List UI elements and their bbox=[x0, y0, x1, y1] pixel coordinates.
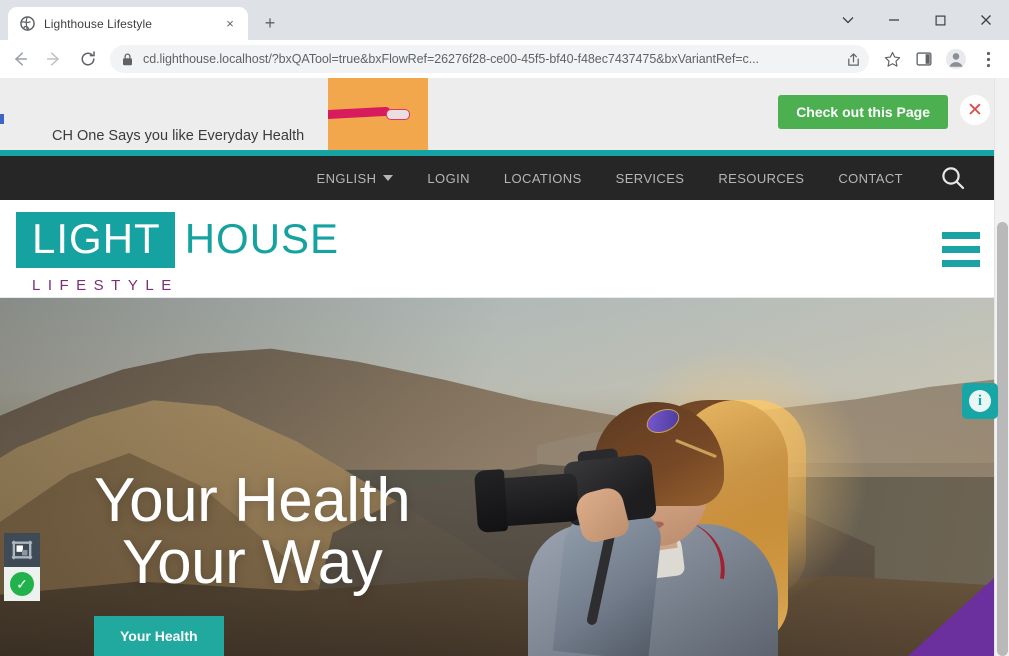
hamburger-menu-icon[interactable] bbox=[942, 232, 980, 267]
side-panel-icon[interactable] bbox=[909, 44, 939, 74]
promo-close-icon[interactable]: ✕ bbox=[960, 95, 990, 125]
toothbrush-head bbox=[386, 109, 410, 120]
share-icon[interactable] bbox=[845, 52, 861, 67]
lock-icon bbox=[122, 52, 134, 66]
nav-item-contact[interactable]: CONTACT bbox=[821, 171, 920, 186]
promo-banner: CH One Says you like Everyday Health Che… bbox=[0, 78, 994, 150]
address-bar[interactable]: cd.lighthouse.localhost/?bxQATool=true&b… bbox=[110, 45, 869, 73]
tab-title: Lighthouse Lifestyle bbox=[44, 16, 153, 31]
crop-frame-icon[interactable] bbox=[4, 533, 40, 567]
promo-image bbox=[328, 78, 428, 150]
logo-tagline: LIFESTYLE bbox=[32, 277, 179, 294]
window-controls bbox=[825, 0, 1009, 40]
three-dot-menu-icon[interactable] bbox=[973, 44, 1003, 74]
new-tab-button[interactable]: + bbox=[256, 9, 284, 37]
hero-copy: Your Health Your Way Your Health bbox=[94, 470, 411, 656]
close-window-button[interactable] bbox=[963, 0, 1009, 40]
photographer-figure bbox=[470, 390, 806, 656]
star-icon[interactable] bbox=[877, 44, 907, 74]
check-icon: ✓ bbox=[10, 572, 34, 596]
scrollbar-thumb[interactable] bbox=[997, 222, 1008, 656]
nav-item-locations[interactable]: LOCATIONS bbox=[487, 171, 599, 186]
site-logo[interactable]: LIGHT HOUSE LIFESTYLE bbox=[16, 212, 339, 294]
chevron-down-icon bbox=[383, 175, 394, 181]
tab-strip: Lighthouse Lifestyle × + bbox=[0, 0, 1009, 40]
profile-avatar-icon[interactable] bbox=[941, 44, 971, 74]
info-badge-button[interactable]: i bbox=[962, 383, 998, 419]
purple-corner-accent bbox=[908, 578, 994, 656]
nav-item-login[interactable]: LOGIN bbox=[410, 171, 486, 186]
browser-tab[interactable]: Lighthouse Lifestyle × bbox=[8, 7, 248, 40]
check-out-this-page-button[interactable]: Check out this Page bbox=[778, 95, 948, 129]
promo-left-marker bbox=[0, 114, 4, 124]
nav-item-resources[interactable]: RESOURCES bbox=[701, 171, 821, 186]
hero-headline-line-1: Your Health bbox=[94, 466, 411, 535]
reload-button[interactable] bbox=[72, 43, 104, 75]
browser-window: Lighthouse Lifestyle × + cd.lighthouse.l… bbox=[0, 0, 1009, 656]
nav-item-services[interactable]: SERVICES bbox=[599, 171, 702, 186]
info-icon: i bbox=[969, 390, 991, 412]
nav-language-selector[interactable]: ENGLISH bbox=[300, 171, 411, 186]
search-tabs-button[interactable] bbox=[825, 0, 871, 40]
page-viewport: CH One Says you like Everyday Health Che… bbox=[0, 78, 1009, 656]
back-button[interactable] bbox=[4, 43, 36, 75]
logo-word-light: LIGHT bbox=[16, 212, 175, 268]
logo-word-house: HOUSE bbox=[184, 215, 340, 262]
editor-widget-stack: ✓ bbox=[4, 533, 40, 601]
browser-toolbar: cd.lighthouse.localhost/?bxQATool=true&b… bbox=[0, 40, 1009, 78]
search-icon[interactable] bbox=[940, 165, 966, 191]
site-header: LIGHT HOUSE LIFESTYLE bbox=[0, 200, 994, 298]
hero-headline: Your Health Your Way bbox=[94, 470, 411, 597]
nav-language-label: ENGLISH bbox=[316, 170, 377, 186]
hero-section: Your Health Your Way Your Health bbox=[0, 298, 994, 656]
toothbrush-handle bbox=[328, 106, 390, 119]
forward-button[interactable] bbox=[38, 43, 70, 75]
hero-headline-line-2: Your Way bbox=[122, 528, 383, 597]
maximize-button[interactable] bbox=[917, 0, 963, 40]
page-scrollbar[interactable] bbox=[994, 78, 1009, 656]
tab-close-icon[interactable]: × bbox=[221, 15, 239, 33]
minimize-button[interactable] bbox=[871, 0, 917, 40]
site-top-nav: ENGLISH LOGIN LOCATIONS SERVICES RESOURC… bbox=[0, 156, 994, 200]
status-check-badge[interactable]: ✓ bbox=[4, 567, 40, 601]
promo-message: CH One Says you like Everyday Health bbox=[52, 128, 305, 144]
globe-icon bbox=[19, 16, 35, 32]
url-text: cd.lighthouse.localhost/?bxQATool=true&b… bbox=[143, 52, 759, 66]
hero-cta-button[interactable]: Your Health bbox=[94, 616, 224, 656]
